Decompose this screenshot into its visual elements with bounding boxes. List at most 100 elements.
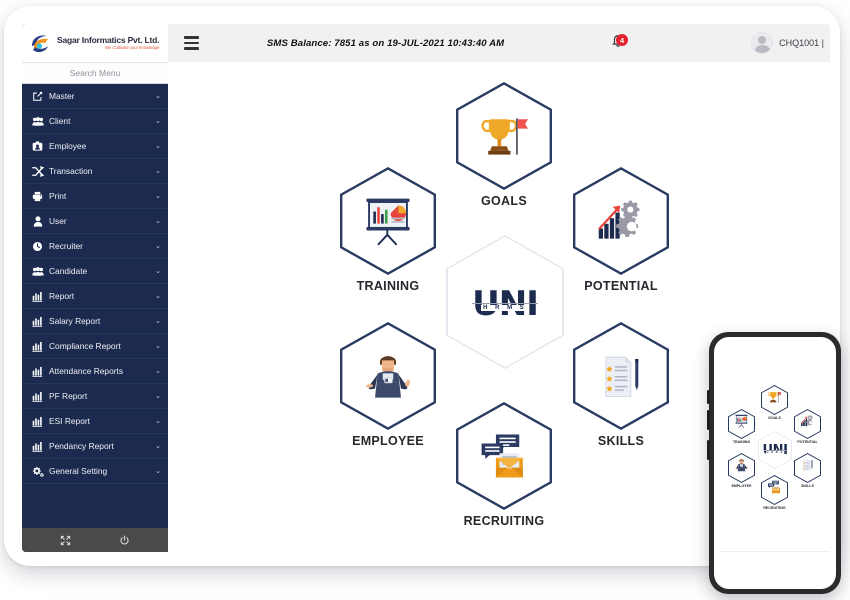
sidebar-item-salary-report[interactable]: Salary Report ⌄ — [22, 309, 168, 334]
sidebar-item-label: Master — [49, 91, 75, 101]
brand-name: Sagar Informatics Pvt. Ltd. — [57, 34, 160, 45]
sidebar-item-general-setting[interactable]: General Setting ⌄ — [22, 459, 168, 484]
sidebar-item-print[interactable]: Print ⌄ — [22, 184, 168, 209]
sidebar-item-master[interactable]: Master ⌄ — [22, 84, 168, 109]
shuffle-icon — [31, 165, 44, 177]
phone-module-hex-grid: UNIH R M S GOALS POTENTIAL SKILLS RECRUITING… — [714, 385, 836, 510]
brand-header[interactable]: Sagar Informatics Pvt. Ltd. We Cultivate… — [22, 24, 168, 63]
hex-outline — [728, 409, 755, 439]
screenshot-root: Sagar Informatics Pvt. Ltd. We Cultivate… — [0, 0, 850, 600]
sagar-swoosh-logo-icon — [28, 30, 54, 56]
printer-icon — [31, 191, 44, 202]
users-group-icon — [31, 266, 44, 277]
chevron-down-icon: ⌄ — [155, 268, 161, 275]
sidebar-item-attendance-reports[interactable]: Attendance Reports ⌄ — [22, 359, 168, 384]
sidebar-item-candidate[interactable]: Candidate ⌄ — [22, 259, 168, 284]
hex-outline — [761, 475, 788, 505]
phone-screen: UNIH R M S GOALS POTENTIAL SKILLS RECRUITING… — [714, 337, 836, 589]
chevron-down-icon: ⌄ — [155, 193, 161, 200]
phone-module-hex-goals[interactable]: GOALS — [761, 385, 788, 420]
phone-center-logo-hex: UNIH R M S — [758, 431, 792, 469]
sidebar-item-employee[interactable]: Employee ⌄ — [22, 134, 168, 159]
sidebar-item-label: Attendance Reports — [49, 366, 124, 376]
sidebar-item-label: ESI Report — [49, 416, 90, 426]
hex-fill — [795, 454, 820, 482]
sidebar-item-recruiter[interactable]: Recruiter ⌄ — [22, 234, 168, 259]
uni-logo-rule — [471, 302, 538, 305]
user-icon — [31, 215, 44, 227]
hex-outline — [794, 453, 821, 483]
sidebar-item-label: Pendancy Report — [49, 441, 114, 451]
power-icon[interactable] — [119, 534, 130, 546]
phone-module-hex-employee[interactable]: EMPLOYEE — [728, 453, 755, 488]
hex-outline — [340, 322, 436, 430]
hex-outline — [573, 167, 669, 275]
sidebar-item-label: Recruiter — [49, 241, 83, 251]
gears-icon — [31, 466, 44, 477]
phone-module-hex-training[interactable]: TRAINING — [728, 409, 755, 444]
module-hex-employee[interactable]: EMPLOYEE — [340, 322, 436, 448]
search-menu-placeholder: Search Menu — [69, 68, 121, 78]
document-pen-icon — [800, 458, 815, 477]
chevron-down-icon: ⌄ — [155, 368, 161, 375]
module-label: SKILLS — [597, 434, 645, 448]
module-hex-training[interactable]: TRAINING — [340, 167, 436, 293]
phone-module-label: POTENTIAL — [797, 440, 818, 444]
chevron-down-icon: ⌄ — [155, 343, 161, 350]
employee-person-icon — [734, 458, 749, 477]
chevron-down-icon: ⌄ — [155, 418, 161, 425]
user-account[interactable]: CHQ1001 | — [751, 32, 824, 54]
center-logo-hex: UNIH R M S — [446, 235, 564, 369]
search-menu-input[interactable]: Search Menu — [22, 63, 168, 84]
sidebar-item-pendancy-report[interactable]: Pendancy Report ⌄ — [22, 434, 168, 459]
phone-module-label: TRAINING — [732, 440, 751, 444]
notification-count-badge: 4 — [616, 34, 629, 46]
expand-arrows-icon[interactable] — [60, 535, 71, 546]
sidebar-item-report[interactable]: Report ⌄ — [22, 284, 168, 309]
sidebar-item-esi-report[interactable]: ESI Report ⌄ — [22, 409, 168, 434]
hex-fill — [762, 386, 787, 414]
employee-person-icon — [362, 351, 414, 401]
chevron-down-icon: ⌄ — [155, 393, 161, 400]
hex-fill: UNIH R M S — [447, 236, 563, 368]
sidebar-item-transaction[interactable]: Transaction ⌄ — [22, 159, 168, 184]
sidebar-item-label: Candidate — [49, 266, 88, 276]
chat-envelope-icon — [767, 480, 782, 499]
trophy-flag-icon — [478, 111, 530, 161]
sidebar-item-compliance-report[interactable]: Compliance Report ⌄ — [22, 334, 168, 359]
module-hex-potential[interactable]: POTENTIAL — [573, 167, 669, 293]
chevron-down-icon: ⌄ — [155, 243, 161, 250]
sidebar-item-label: Compliance Report — [49, 341, 121, 351]
hex-outline: UNIH R M S — [446, 235, 564, 369]
user-avatar-icon — [751, 32, 774, 54]
module-hex-recruiting[interactable]: RECRUITING — [456, 402, 552, 528]
trophy-flag-icon — [767, 390, 782, 409]
module-hex-goals[interactable]: GOALS — [456, 82, 552, 208]
sidebar-item-label: Client — [49, 116, 71, 126]
phone-mockup: UNIH R M S GOALS POTENTIAL SKILLS RECRUITING… — [707, 332, 841, 594]
hex-fill — [795, 410, 820, 438]
growth-gears-icon — [595, 196, 647, 246]
notifications-button[interactable]: 4 — [605, 33, 631, 53]
chevron-down-icon: ⌄ — [155, 293, 161, 300]
phone-uni-hrms-logo: UNIH R M S — [762, 444, 787, 457]
sidebar-item-client[interactable]: Client ⌄ — [22, 109, 168, 134]
users-group-icon — [31, 116, 44, 127]
bar-chart-icon — [31, 416, 44, 427]
hex-outline — [456, 82, 552, 190]
sidebar-item-pf-report[interactable]: PF Report ⌄ — [22, 384, 168, 409]
chevron-down-icon: ⌄ — [155, 468, 161, 475]
chevron-down-icon: ⌄ — [155, 168, 161, 175]
uni-hrms-logo: UNIH R M S — [471, 287, 539, 321]
phone-module-hex-potential[interactable]: POTENTIAL — [794, 409, 821, 444]
phone-module-hex-recruiting[interactable]: RECRUITING — [761, 475, 788, 510]
bar-chart-icon — [31, 366, 44, 377]
phone-module-hex-skills[interactable]: SKILLS — [794, 453, 821, 488]
module-label: POTENTIAL — [584, 279, 658, 293]
sidebar-menu: Master ⌄ Client ⌄ Employee ⌄ Transaction ⌄ Print… — [22, 84, 168, 528]
module-hex-skills[interactable]: SKILLS — [573, 322, 669, 448]
hex-fill — [575, 324, 667, 428]
hex-fill — [458, 404, 550, 508]
growth-gears-icon — [800, 414, 815, 433]
sidebar-item-user[interactable]: User ⌄ — [22, 209, 168, 234]
